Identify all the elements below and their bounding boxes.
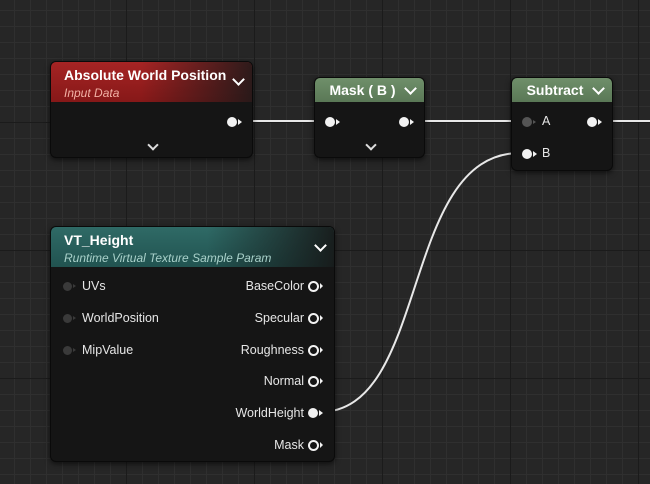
node-absolute-world-position[interactable]: Absolute World Position Input Data (50, 61, 253, 158)
node-vt-height[interactable]: VT_Height Runtime Virtual Texture Sample… (50, 226, 335, 462)
input-label-uvs: UVs (82, 279, 106, 293)
output-pin-roughness[interactable] (308, 345, 323, 356)
node-header[interactable]: Absolute World Position Input Data (51, 62, 252, 102)
output-pin-worldheight[interactable] (308, 408, 323, 418)
output-label-specular: Specular (254, 311, 304, 325)
input-pin-a[interactable] (522, 117, 536, 127)
input-pin[interactable] (325, 117, 340, 127)
input-label-mipvalue: MipValue (82, 343, 134, 357)
expand-chevron-icon[interactable] (147, 139, 159, 151)
node-subtract[interactable]: Subtract A B (511, 77, 613, 171)
input-pin-b[interactable] (522, 149, 537, 159)
input-label-b: B (542, 146, 551, 160)
output-pin[interactable] (227, 117, 242, 127)
input-pin-uvs[interactable] (63, 282, 76, 291)
input-label-a: A (542, 114, 551, 128)
wire-worldheight-to-b (319, 152, 521, 413)
input-pin-worldposition[interactable] (63, 314, 76, 323)
output-label-mask: Mask (274, 438, 304, 452)
output-pin[interactable] (587, 117, 602, 127)
node-header[interactable]: VT_Height Runtime Virtual Texture Sample… (51, 227, 334, 267)
node-header[interactable]: Subtract (512, 78, 612, 102)
collapse-chevron-icon[interactable] (314, 239, 327, 252)
node-title: Absolute World Position (64, 67, 227, 83)
output-label-basecolor: BaseColor (245, 279, 304, 293)
output-label-normal: Normal (263, 374, 304, 388)
output-label-roughness: Roughness (240, 343, 304, 357)
input-pin-mipvalue[interactable] (63, 346, 76, 355)
node-mask-b[interactable]: Mask ( B ) (314, 77, 425, 158)
collapse-chevron-icon[interactable] (232, 73, 245, 86)
output-pin-basecolor[interactable] (308, 281, 323, 292)
output-pin-specular[interactable] (308, 313, 323, 324)
input-label-worldposition: WorldPosition (82, 311, 159, 325)
output-pin[interactable] (399, 117, 414, 127)
output-pin-normal[interactable] (308, 376, 323, 387)
expand-chevron-icon[interactable] (365, 139, 377, 151)
node-subtitle: Runtime Virtual Texture Sample Param (64, 251, 272, 265)
output-pin-mask[interactable] (308, 440, 323, 451)
node-subtitle: Input Data (64, 86, 120, 100)
node-title: VT_Height (64, 232, 134, 248)
output-label-worldheight: WorldHeight (235, 406, 304, 420)
node-header[interactable]: Mask ( B ) (315, 78, 424, 102)
